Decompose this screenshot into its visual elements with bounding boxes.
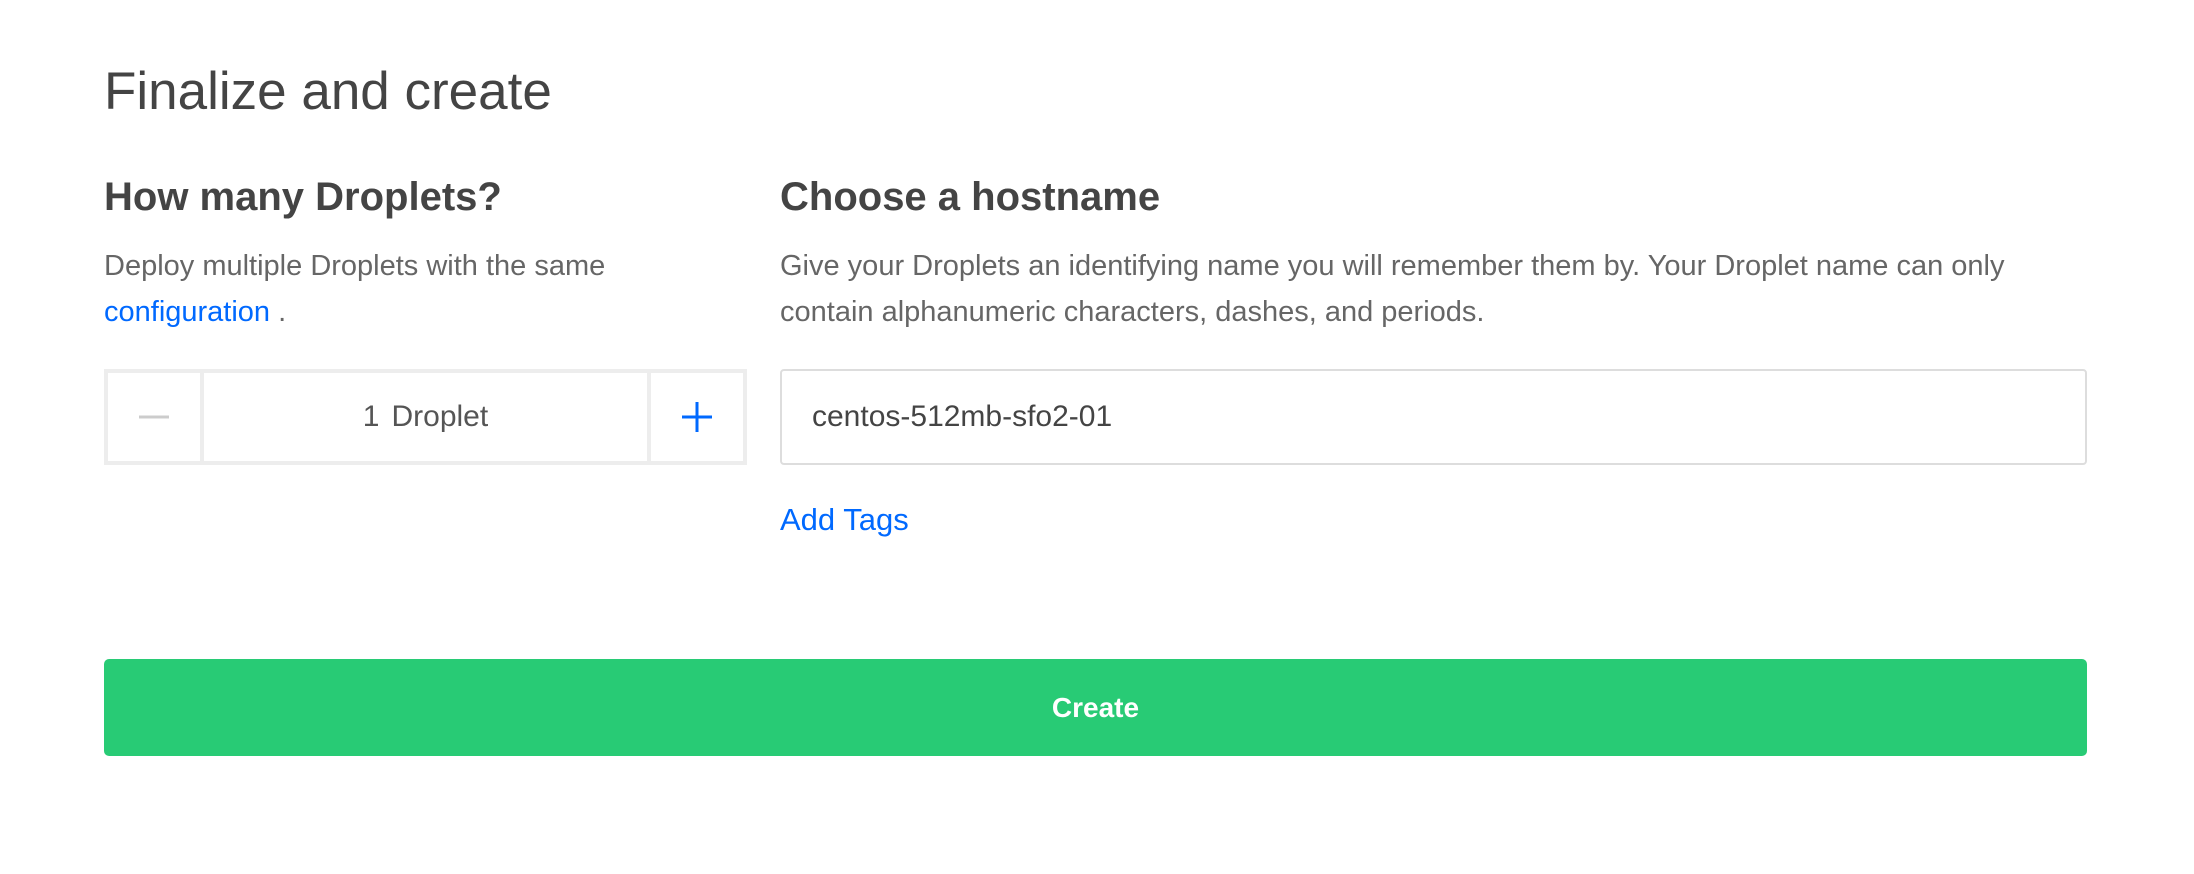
configuration-link[interactable]: configuration xyxy=(104,296,270,328)
hostname-description: Give your Droplets an identifying name y… xyxy=(780,250,2005,328)
description-period: . xyxy=(270,296,287,328)
droplet-quantity-stepper: 1 Droplet xyxy=(104,369,747,465)
decrement-button[interactable] xyxy=(108,373,204,461)
increment-button[interactable] xyxy=(647,373,743,461)
droplet-count-display: 1 Droplet xyxy=(204,373,647,461)
droplet-count-heading: How many Droplets? xyxy=(104,175,502,219)
page-title: Finalize and create xyxy=(104,62,552,121)
hostname-heading: Choose a hostname xyxy=(780,175,1161,219)
droplet-count-unit: Droplet xyxy=(391,400,489,433)
add-tags-link[interactable]: Add Tags xyxy=(780,497,909,543)
minus-icon xyxy=(139,415,169,419)
droplet-count-value: 1 xyxy=(362,400,380,433)
hostname-input[interactable] xyxy=(780,369,2087,465)
create-button[interactable]: Create xyxy=(104,659,2087,756)
droplet-count-description-text: Deploy multiple Droplets with the same xyxy=(104,250,606,282)
plus-icon xyxy=(682,402,712,432)
droplet-count-description: Deploy multiple Droplets with the same c… xyxy=(104,243,744,335)
